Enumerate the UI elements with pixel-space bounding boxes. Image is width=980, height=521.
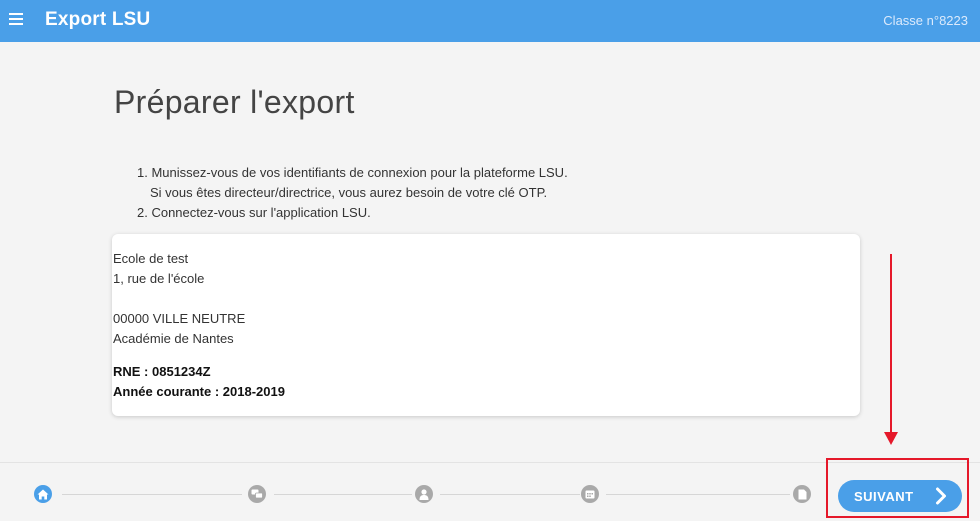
step-classes[interactable] [248,485,266,503]
school-info-card: Ecole de test 1, rue de l'école 00000 VI… [112,234,860,416]
school-city: 00000 VILLE NEUTRE [113,311,246,326]
page-title: Préparer l'export [114,84,355,120]
step-connector [62,494,242,495]
instruction-1: 1. Munissez-vous de vos identifiants de … [137,165,568,180]
annotation-arrow-line [890,254,892,434]
school-name: Ecole de test [113,251,189,266]
class-label: Classe n°8223 [883,13,968,28]
school-academy: Académie de Nantes [113,331,234,346]
step-calendar[interactable] [581,485,599,503]
step-connector [606,494,790,495]
user-icon [419,488,429,500]
classes-icon [251,489,263,499]
step-home[interactable] [34,485,52,503]
step-connector [274,494,412,495]
hamburger-menu-icon[interactable] [9,11,27,31]
instruction-1-note: Si vous êtes directeur/directrice, vous … [150,185,548,200]
step-user[interactable] [415,485,433,503]
app-title: Export LSU [45,9,151,30]
step-document[interactable] [793,485,811,503]
home-icon [37,489,49,499]
school-year: Année courante : 2018-2019 [113,384,285,399]
instruction-2: 2. Connectez-vous sur l'application LSU. [137,205,371,220]
annotation-arrow-head [884,432,898,445]
school-address: 1, rue de l'école [113,271,205,286]
document-icon [798,489,806,499]
step-connector [440,494,580,495]
annotation-highlight-box [826,458,969,518]
app-header: Export LSU Classe n°8223 [0,0,980,42]
instructions: 1. Munissez-vous de vos identifiants de … [137,163,568,223]
school-rne: RNE : 0851234Z [113,364,211,379]
calendar-icon [585,490,595,499]
